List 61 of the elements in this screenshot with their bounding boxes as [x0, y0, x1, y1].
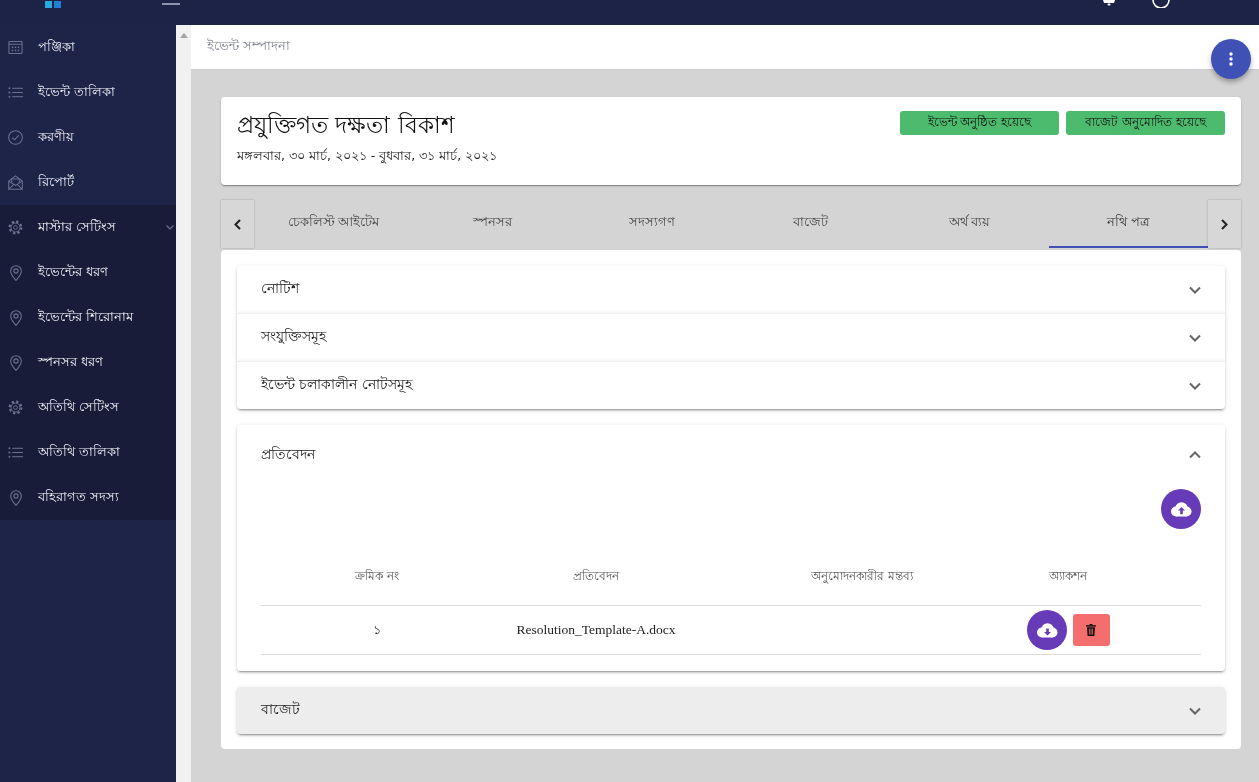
column-header: অ্যাকশন: [1049, 568, 1087, 585]
location-pin-icon: [10, 309, 22, 326]
sidebar-item[interactable]: অতিথি সেটিংস: [0, 385, 176, 430]
column-header: অনুমোদনকারীর মন্তব্য: [811, 568, 913, 586]
status-button[interactable]: ইভেন্ট অনুষ্ঠিত হয়েছে: [900, 111, 1059, 135]
breadcrumb: ইভেন্ট সম্পাদনা: [207, 37, 290, 55]
panel-header[interactable]: বাজেট: [237, 687, 1225, 734]
table-cell: Resolution_Template-A.docx: [516, 622, 676, 638]
chevron-down-icon: [166, 225, 174, 230]
tab[interactable]: বাজেট: [731, 200, 890, 248]
sidebar-item[interactable]: বহিরাগত সদস্য: [0, 475, 176, 520]
upload-button[interactable]: [1161, 489, 1201, 529]
gear-icon: [8, 220, 23, 235]
chevron-down-icon: [1189, 285, 1201, 294]
location-pin-icon: [10, 489, 22, 506]
tab[interactable]: অর্থ ব্যয়: [890, 200, 1049, 248]
calendar-icon: [8, 40, 23, 55]
sidebar-item[interactable]: অতিথি তালিকা: [0, 430, 176, 475]
panel-header[interactable]: ইভেন্ট চলাকালীন নোটসমূহ: [237, 362, 1225, 409]
column-header: ক্রমিক নং: [355, 568, 399, 585]
chevron-down-icon: [1189, 333, 1201, 342]
chevron-right-icon: [1221, 218, 1228, 230]
scrollbar[interactable]: [176, 25, 191, 782]
tab[interactable]: চেকলিস্ট আইটেম: [254, 200, 413, 248]
panel-header[interactable]: প্রতিবেদন: [237, 425, 1225, 485]
list-icon: [8, 85, 23, 100]
cloud-download-icon: [1035, 622, 1058, 638]
bell-icon[interactable]: [1103, 0, 1115, 6]
check-circle-icon: [8, 130, 23, 145]
tab[interactable]: সদস্যগণ: [572, 200, 731, 248]
chevron-down-icon: [1189, 381, 1201, 390]
event-dates: মঙ্গলবার, ৩০ মার্চ, ২০২১ - বুধবার, ৩১ মার্চ, ২০২১: [237, 147, 499, 165]
panel-header[interactable]: সংযুক্তিসমূহ: [237, 314, 1225, 361]
download-button[interactable]: [1026, 610, 1067, 650]
sidebar-item[interactable]: রিপোর্ট: [0, 160, 176, 205]
panel-header[interactable]: নোটিশ: [237, 266, 1225, 313]
column-header: প্রতিবেদন: [573, 568, 619, 585]
cloud-upload-icon: [1170, 501, 1192, 517]
table-cell-text: ১: [373, 620, 381, 639]
sidebar-item[interactable]: ইভেন্টের ধরণ: [0, 250, 176, 295]
sidebar-item[interactable]: মাস্টার সেটিংস: [0, 205, 176, 250]
sidebar-item[interactable]: করণীয়: [0, 115, 176, 160]
envelope-icon: [8, 175, 23, 190]
sidebar-item[interactable]: ইভেন্ট তালিকা: [0, 70, 176, 115]
chevron-left-icon: [234, 218, 241, 230]
chevron-down-icon: [1189, 706, 1201, 715]
vertical-dots-icon: [1229, 52, 1233, 66]
status-button[interactable]: বাজেট অনুমোদিত হয়েছে: [1066, 111, 1225, 135]
delete-button[interactable]: [1072, 614, 1110, 646]
sidebar-item[interactable]: স্পনসর ধরণ: [0, 340, 176, 385]
location-pin-icon: [10, 264, 22, 281]
list-icon: [8, 445, 23, 460]
event-title: প্রযুক্তিগত দক্ষতা বিকাশ: [237, 111, 456, 139]
logo-icon: [45, 1, 62, 9]
sidebar-item[interactable]: ইভেন্টের শিরোনাম: [0, 295, 176, 340]
tab[interactable]: স্পনসর: [413, 200, 572, 248]
chevron-up-icon: [1189, 451, 1201, 459]
sidebar-item[interactable]: পঞ্জিকা: [0, 25, 176, 70]
location-pin-icon: [10, 354, 22, 371]
trash-icon: [1086, 624, 1096, 636]
gear-icon: [8, 400, 23, 415]
